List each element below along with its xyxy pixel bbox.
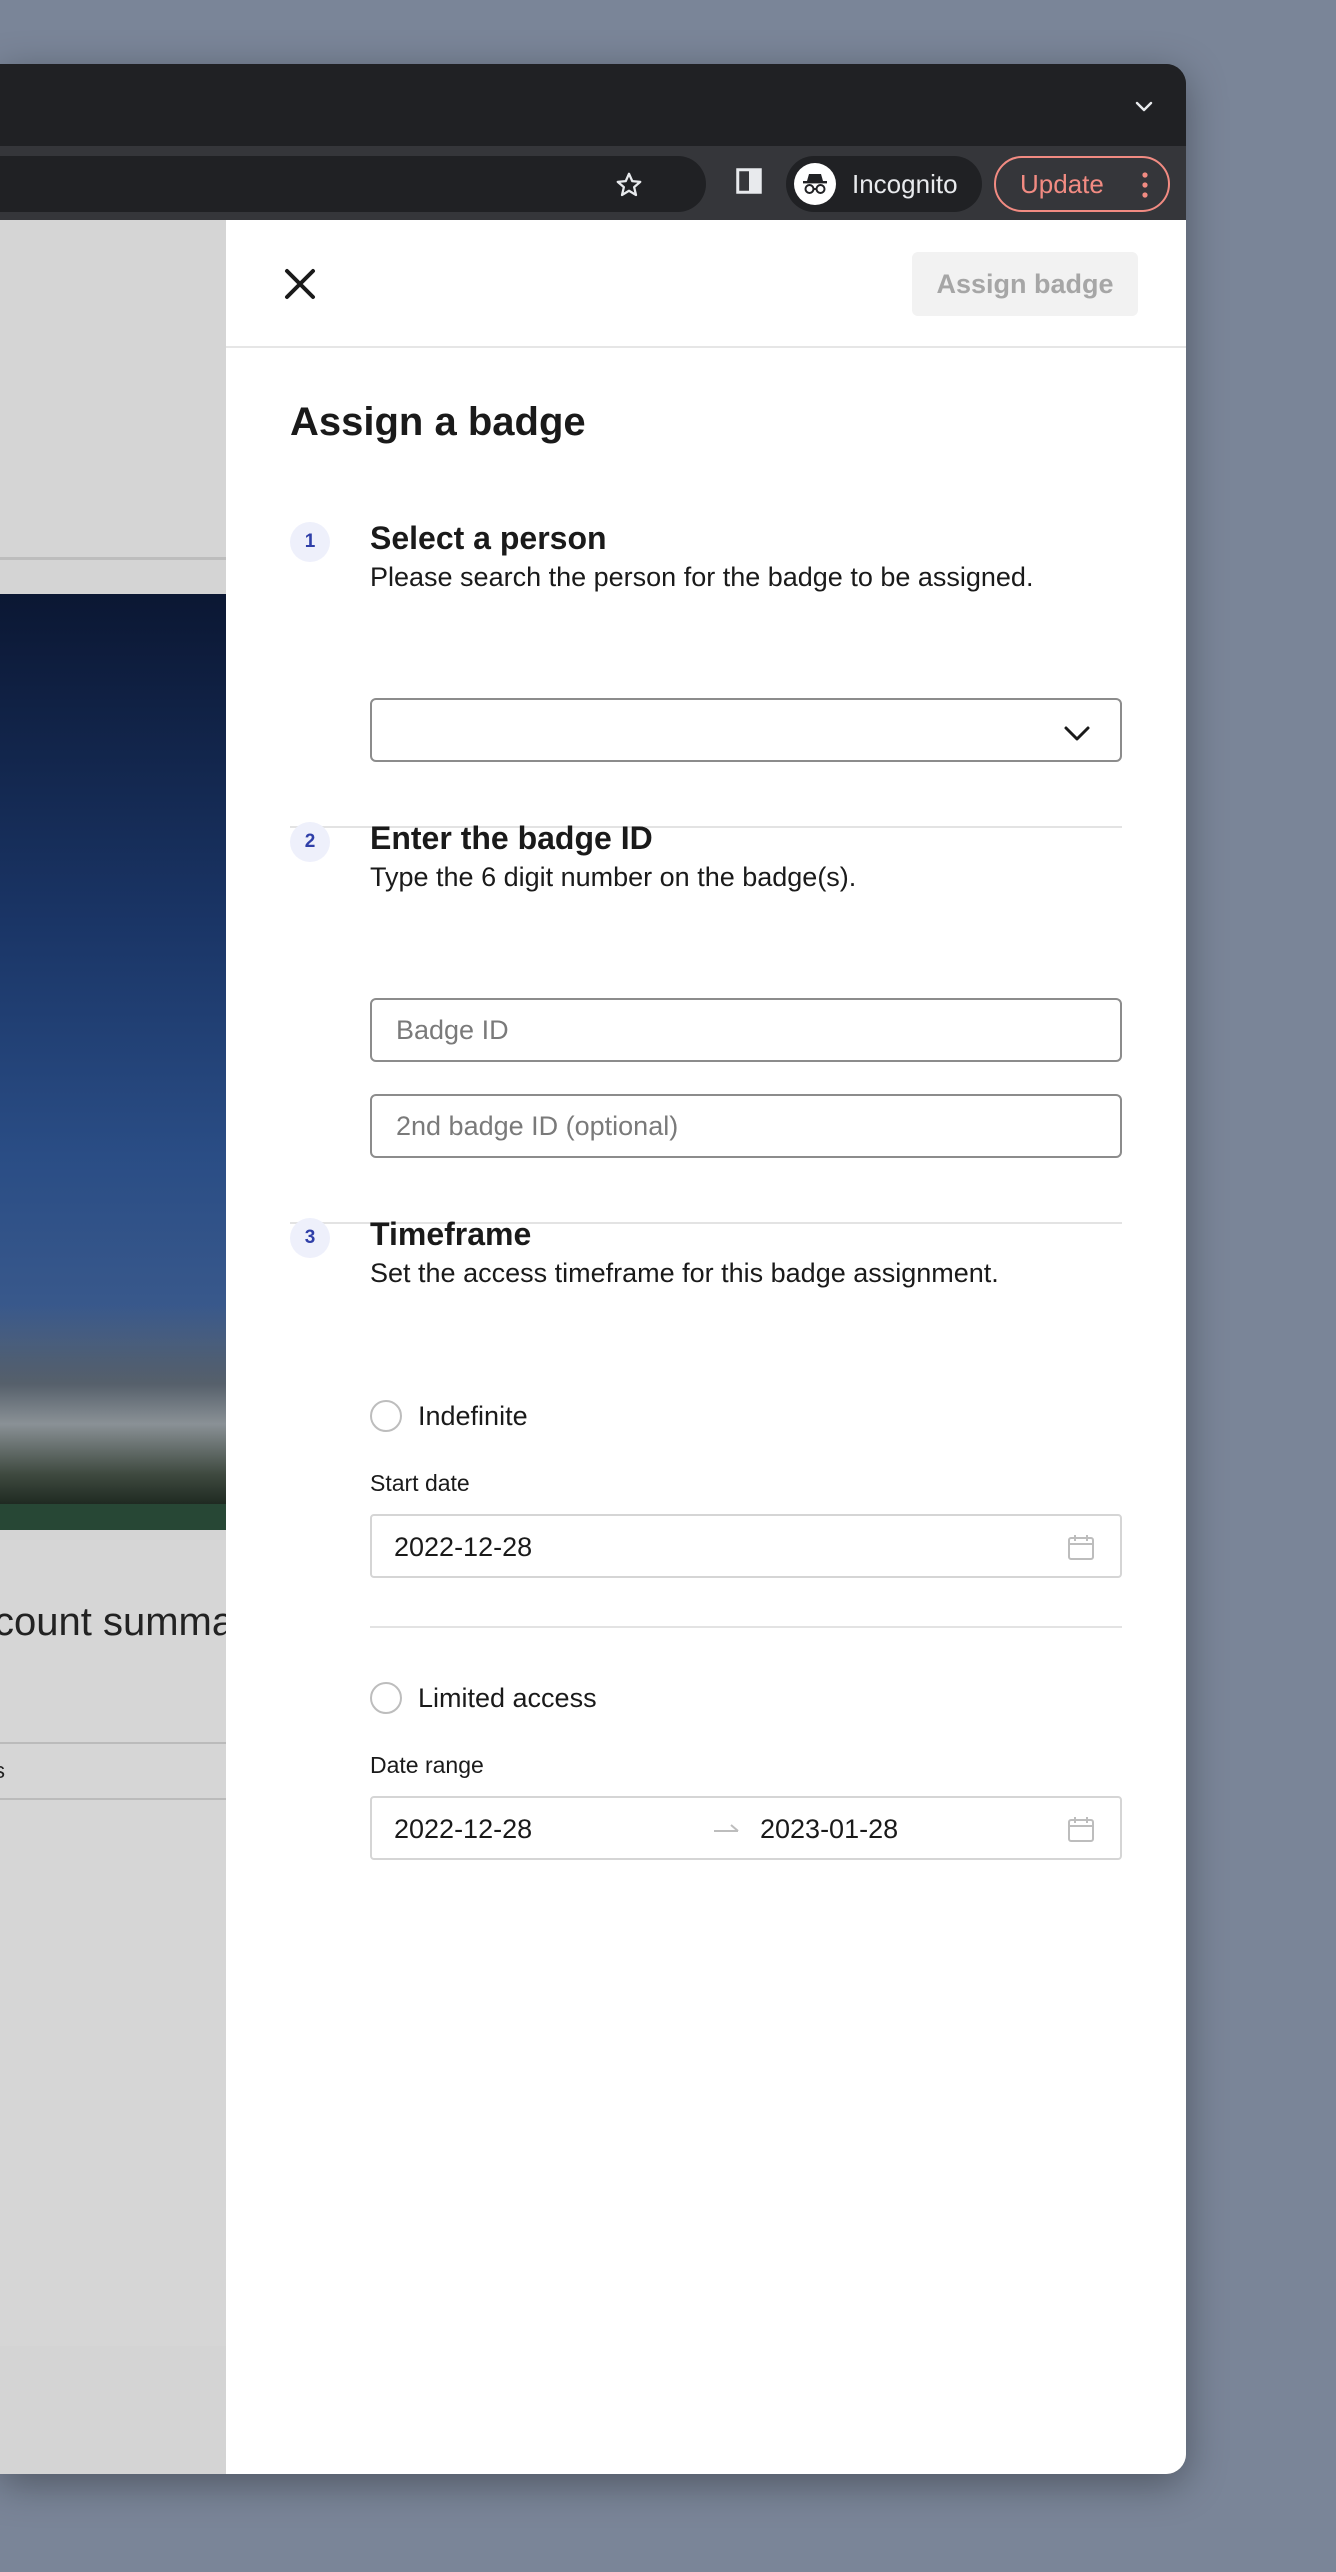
step-description: Please search the person for the badge t…	[370, 562, 1034, 592]
date-range-picker[interactable]: 2022-12-28 2023-01-28	[370, 1796, 1122, 1860]
background-footer-area	[0, 2346, 226, 2474]
incognito-icon	[794, 163, 836, 205]
step-number-badge: 3	[290, 1218, 330, 1258]
arrow-right-icon	[714, 1824, 739, 1832]
tab-search-chevron-down-icon[interactable]	[1132, 94, 1156, 118]
assign-badge-drawer: Assign badge Assign a badge 1 Select a p…	[226, 220, 1186, 2474]
badge-id-input[interactable]	[370, 998, 1122, 1062]
person-select[interactable]	[370, 698, 1122, 762]
background-city-image	[0, 594, 226, 1530]
step-number-badge: 2	[290, 822, 330, 862]
second-badge-id-input[interactable]	[370, 1094, 1122, 1158]
calendar-icon	[1068, 1817, 1094, 1842]
address-bar[interactable]	[0, 156, 706, 212]
close-icon[interactable]	[278, 262, 322, 306]
timeframe-option-divider	[370, 1626, 1122, 1628]
city-skyline	[0, 1304, 226, 1504]
incognito-profile[interactable]: Incognito	[786, 156, 982, 212]
browser-toolbar: Incognito Update	[0, 146, 1186, 220]
update-button[interactable]: Update	[994, 156, 1170, 212]
start-date-picker[interactable]: 2022-12-28	[370, 1514, 1122, 1578]
step-description: Set the access timeframe for this badge …	[370, 1258, 999, 1288]
step-description: Type the 6 digit number on the badge(s).	[370, 862, 857, 892]
date-range-label: Date range	[370, 1752, 484, 1778]
star-icon[interactable]	[614, 170, 644, 200]
kebab-menu-icon[interactable]	[1142, 172, 1148, 198]
step-number-badge: 1	[290, 522, 330, 562]
summary-divider	[0, 1742, 226, 1744]
calendar-icon	[1068, 1535, 1094, 1560]
indefinite-label: Indefinite	[418, 1400, 528, 1431]
side-panel-icon[interactable]	[734, 166, 764, 196]
start-date-value: 2022-12-28	[394, 1532, 533, 1562]
background-header-area	[0, 220, 226, 560]
city-ground	[0, 1504, 226, 1530]
update-label: Update	[1020, 168, 1104, 199]
limited-access-radio[interactable]	[370, 1682, 402, 1714]
start-date-label: Start date	[370, 1470, 470, 1496]
step-title: Select a person	[370, 520, 607, 556]
limited-access-radio-option[interactable]: Limited access	[370, 1682, 597, 1714]
step-title: Enter the badge ID	[370, 820, 653, 856]
indefinite-radio-option[interactable]: Indefinite	[370, 1400, 528, 1432]
range-end-value: 2023-01-28	[760, 1814, 899, 1844]
account-summary-title: count summa	[0, 1600, 235, 1644]
summary-divider	[0, 1798, 226, 1800]
drawer-title: Assign a badge	[290, 400, 586, 444]
drawer-header: Assign badge	[226, 220, 1186, 348]
background-account-summary: count summa s	[0, 1540, 234, 2474]
limited-access-label: Limited access	[418, 1682, 597, 1713]
chevron-down-icon	[1064, 726, 1090, 741]
tab-strip	[0, 64, 1186, 146]
page-content: count summa s Assign badge Assign a badg…	[0, 220, 1186, 2474]
indefinite-radio[interactable]	[370, 1400, 402, 1432]
step-title: Timeframe	[370, 1216, 532, 1252]
range-start-value: 2022-12-28	[394, 1814, 533, 1844]
summary-table-cell: s	[0, 1758, 5, 1784]
incognito-label: Incognito	[852, 168, 958, 199]
browser-window: Incognito Update count summa s	[0, 64, 1186, 2474]
assign-badge-button[interactable]: Assign badge	[912, 252, 1138, 316]
